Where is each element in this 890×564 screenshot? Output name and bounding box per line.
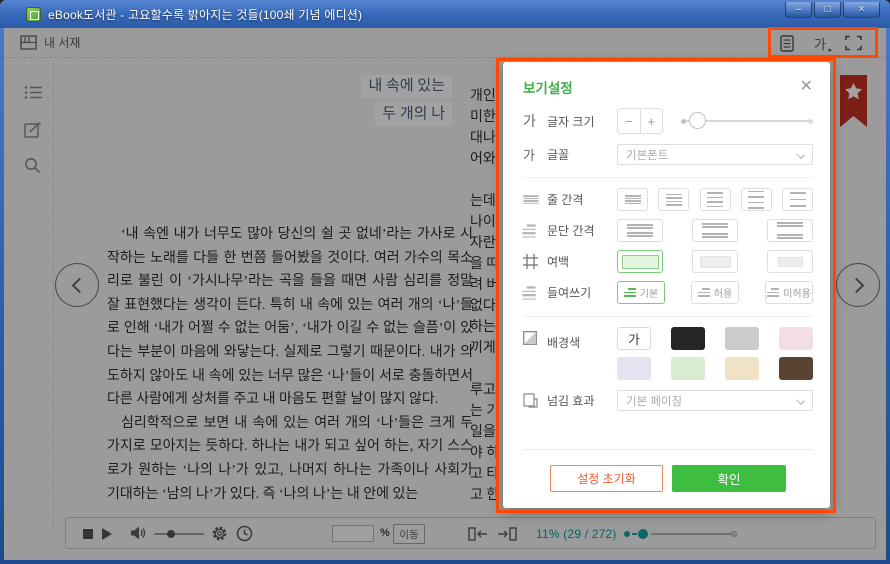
font-size-stepper: − + — [617, 108, 663, 134]
reset-settings-button[interactable]: 설정 초기화 — [550, 465, 663, 492]
page-effect-label: 넘김 효과 — [547, 392, 615, 409]
background-color-label: 배경색 — [547, 334, 615, 351]
paragraph-spacing-icon — [523, 225, 547, 237]
close-window-button[interactable]: × — [843, 2, 880, 18]
line-spacing-icon — [523, 195, 547, 204]
font-face-icon: 가 — [523, 145, 547, 164]
paragraph-spacing-row: 문단 간격 — [523, 219, 813, 242]
paragraph-spacing-label: 문단 간격 — [547, 222, 615, 239]
indent-label: 들여쓰기 — [547, 284, 615, 301]
line-spacing-option-2[interactable] — [658, 188, 689, 211]
background-color-swatches: 가 — [617, 327, 813, 380]
bg-swatch-white[interactable]: 가 — [617, 327, 651, 350]
panel-title: 보기설정 — [523, 77, 573, 97]
page-effect-icon — [523, 393, 547, 408]
bg-swatch-pink[interactable] — [779, 327, 813, 350]
indent-option-allow[interactable]: 허용 — [691, 281, 739, 304]
indent-row: 들여쓰기 기본 허용 미허용 — [523, 281, 813, 304]
paragraph-spacing-option-1[interactable] — [617, 219, 663, 242]
margin-option-medium[interactable] — [692, 250, 738, 273]
margin-option-wide[interactable] — [767, 250, 813, 273]
bg-swatch-black[interactable] — [671, 327, 705, 350]
font-face-label: 글꼴 — [547, 146, 615, 163]
font-size-decrease-button[interactable]: − — [618, 109, 641, 133]
line-spacing-option-4[interactable] — [741, 188, 772, 211]
page-effect-row: 넘김 효과 기본 페이징 — [523, 390, 813, 411]
view-settings-panel: 보기설정 ✕ 가 글자 크기 − + — [503, 62, 830, 508]
window-controls: – □ × — [785, 2, 880, 18]
font-size-increase-button[interactable]: + — [641, 109, 663, 133]
line-spacing-row: 줄 간격 — [523, 188, 813, 211]
app-window: eBook도서관 - 고요할수록 밝아지는 것들(100쇄 기념 에디션) – … — [0, 0, 890, 564]
panel-footer: 설정 초기화 확인 — [523, 449, 813, 492]
font-size-row: 가 글자 크기 − + — [523, 108, 813, 134]
window-title: eBook도서관 - 고요할수록 밝아지는 것들(100쇄 기념 에디션) — [48, 6, 362, 23]
line-spacing-label: 줄 간격 — [547, 191, 615, 208]
font-size-slider — [681, 112, 813, 130]
font-row: 가 글꼴 기본폰트 — [523, 144, 813, 165]
font-face-value: 기본폰트 — [626, 147, 668, 163]
bg-swatch-green[interactable] — [671, 357, 705, 380]
panel-close-icon[interactable]: ✕ — [800, 79, 813, 95]
confirm-button[interactable]: 확인 — [672, 465, 786, 492]
client-area: 내 서재 가 — [4, 28, 886, 560]
page-effect-select[interactable]: 기본 페이징 — [617, 390, 813, 411]
paragraph-spacing-option-3[interactable] — [767, 219, 813, 242]
line-spacing-option-1[interactable] — [617, 188, 648, 211]
margin-option-narrow-selected[interactable] — [617, 250, 663, 273]
paragraph-spacing-option-2[interactable] — [692, 219, 738, 242]
titlebar: eBook도서관 - 고요할수록 밝아지는 것들(100쇄 기념 에디션) – … — [0, 0, 890, 28]
background-color-row: 배경색 가 — [523, 327, 813, 380]
app-logo-icon — [26, 7, 41, 22]
minimize-button[interactable]: – — [785, 2, 812, 18]
margin-icon — [523, 254, 547, 269]
bg-swatch-beige[interactable] — [725, 357, 759, 380]
bg-swatch-lavender[interactable] — [617, 357, 651, 380]
indent-option-default-selected[interactable]: 기본 — [617, 281, 665, 304]
indent-icon — [523, 287, 547, 299]
font-size-slider-handle[interactable] — [689, 112, 706, 129]
line-spacing-option-5[interactable] — [782, 188, 813, 211]
chevron-down-icon — [796, 150, 805, 159]
chevron-down-icon — [796, 396, 805, 405]
indent-option-disallow[interactable]: 미허용 — [765, 281, 813, 304]
background-color-icon — [523, 331, 547, 345]
margin-label: 여백 — [547, 253, 615, 270]
bg-swatch-brown[interactable] — [779, 357, 813, 380]
maximize-button[interactable]: □ — [814, 2, 841, 18]
line-spacing-option-3[interactable] — [700, 188, 731, 211]
bg-swatch-gray[interactable] — [725, 327, 759, 350]
margin-row: 여백 — [523, 250, 813, 273]
page-effect-value: 기본 페이징 — [626, 393, 682, 409]
font-size-icon: 가 — [523, 111, 547, 131]
font-face-select[interactable]: 기본폰트 — [617, 144, 813, 165]
font-size-label: 글자 크기 — [547, 113, 615, 130]
